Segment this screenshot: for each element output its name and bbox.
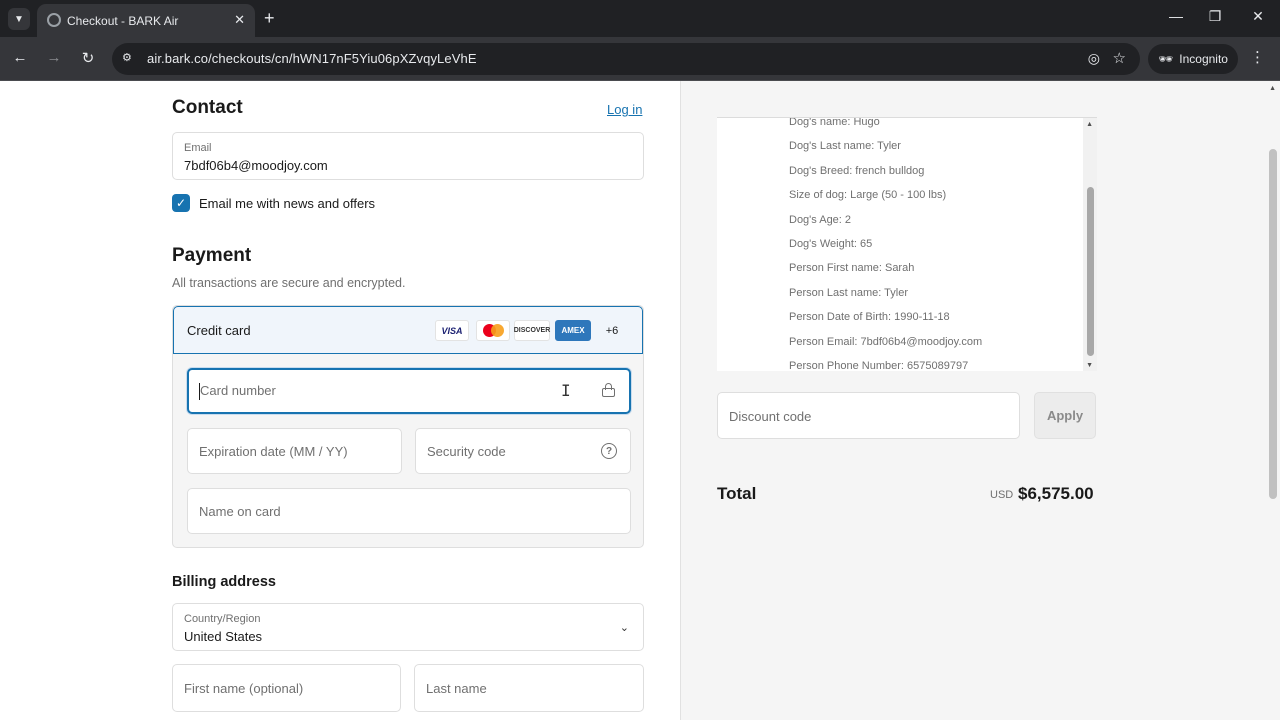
order-detail-item: Dog's name: Hugo [789, 117, 880, 128]
name-on-card-placeholder: Name on card [199, 504, 281, 519]
page-scroll-up-icon[interactable]: ▲ [1269, 85, 1276, 92]
browser-tab-bar: ▼ Checkout - BARK Air ✕ + — ❐ ✕ [0, 0, 1280, 37]
more-brands-badge: +6 [605, 324, 619, 337]
newsletter-checkbox[interactable]: ✓ [172, 194, 190, 212]
address-bar[interactable]: ⚙ air.bark.co/checkouts/cn/hWN17nF5Yiu06… [112, 43, 1140, 75]
checkout-page: Contact Log in Email 7bdf06b4@moodjoy.co… [0, 81, 1280, 720]
expiration-placeholder: Expiration date (MM / YY) [199, 444, 348, 459]
new-tab-plus-icon[interactable]: + [264, 7, 275, 29]
incognito-icon: 🕶 [1158, 52, 1174, 66]
apply-button[interactable]: Apply [1034, 392, 1096, 439]
expiration-date-input[interactable]: Expiration date (MM / YY) [187, 428, 402, 474]
discount-placeholder: Discount code [729, 409, 812, 424]
order-detail-item: Person First name: Sarah [789, 262, 915, 275]
security-code-input[interactable]: Security code ? [415, 428, 631, 474]
details-scrollbar[interactable]: ▲ ▼ [1083, 118, 1097, 371]
order-detail-item: Person Email: 7bdf06b4@moodjoy.com [789, 335, 983, 348]
chevron-down-icon: ⌄ [619, 622, 629, 634]
total-amount: $6,575.00 [1018, 484, 1094, 503]
more-vert-icon[interactable]: ⋮ [1250, 48, 1265, 66]
eye-off-icon[interactable]: ◎ [1088, 50, 1100, 67]
help-icon[interactable]: ? [601, 443, 617, 459]
reload-icon[interactable]: ↻ [78, 49, 98, 67]
discover-icon: DISCOVER [514, 320, 550, 341]
email-label: Email [184, 142, 212, 154]
order-detail-item: Size of dog: Large (50 - 100 lbs) [789, 189, 947, 202]
order-detail-item: Person Phone Number: 6575089797 [789, 359, 969, 371]
discount-code-input[interactable]: Discount code [717, 392, 1020, 439]
order-detail-item: Dog's Weight: 65 [789, 237, 873, 250]
order-detail-item: Dog's Breed: french bulldog [789, 164, 925, 177]
forward-icon[interactable]: → [44, 49, 64, 66]
favicon-icon [47, 13, 61, 27]
country-value: United States [184, 629, 263, 644]
close-window-icon[interactable]: ✕ [1248, 8, 1268, 25]
minimize-icon[interactable]: — [1166, 8, 1186, 24]
security-code-placeholder: Security code [427, 444, 506, 459]
back-icon[interactable]: ← [10, 49, 30, 66]
first-name-input[interactable]: First name (optional) [172, 664, 401, 712]
country-select[interactable]: Country/Region United States ⌄ [172, 603, 644, 651]
order-summary-column: Dog's name: Hugo Dog's Last name: Tyler Do… [680, 81, 1280, 720]
total-label: Total [717, 484, 757, 503]
scroll-down-icon[interactable]: ▼ [1086, 362, 1093, 369]
last-name-placeholder: Last name [426, 681, 487, 696]
checkout-form-column: Contact Log in Email 7bdf06b4@moodjoy.co… [0, 81, 680, 720]
country-label: Country/Region [184, 613, 261, 625]
order-detail-item: Person Date of Birth: 1990-11-18 [789, 311, 950, 324]
order-detail-item: Dog's Last name: Tyler [789, 140, 901, 153]
page-scrollbar[interactable]: ▲ [1266, 81, 1280, 720]
browser-toolbar: ← → ↻ ⚙ air.bark.co/checkouts/cn/hWN17nF… [0, 37, 1280, 81]
browser-tab[interactable]: Checkout - BARK Air ✕ [37, 4, 255, 37]
email-value: 7bdf06b4@moodjoy.com [184, 158, 328, 173]
name-on-card-input[interactable]: Name on card [187, 488, 631, 534]
mastercard-icon [476, 320, 510, 341]
payment-subtitle: All transactions are secure and encrypte… [172, 276, 406, 290]
last-name-input[interactable]: Last name [414, 664, 644, 712]
credit-card-option[interactable]: Credit card VISA DISCOVER AMEX +6 [173, 306, 643, 354]
order-details-scrollbox[interactable]: Dog's name: Hugo Dog's Last name: Tyler Do… [717, 117, 1097, 371]
details-scroll-thumb[interactable] [1087, 187, 1094, 356]
tab-list-icon[interactable]: ▼ [8, 8, 30, 30]
total-currency: USD [990, 489, 1014, 501]
credit-card-label: Credit card [187, 323, 251, 338]
lock-icon [602, 383, 615, 397]
card-number-placeholder: Card number [200, 383, 276, 398]
page-scroll-thumb[interactable] [1269, 149, 1277, 499]
tab-title: Checkout - BARK Air [67, 13, 179, 28]
card-number-input[interactable]: Card number I [187, 368, 631, 414]
scroll-up-icon[interactable]: ▲ [1086, 121, 1093, 128]
order-details-list: Dog's name: Hugo Dog's Last name: Tyler Do… [789, 117, 983, 371]
newsletter-label: Email me with news and offers [199, 196, 376, 211]
restore-icon[interactable]: ❐ [1205, 8, 1225, 25]
contact-title: Contact [172, 97, 243, 118]
first-name-placeholder: First name (optional) [184, 681, 304, 696]
email-field[interactable]: Email 7bdf06b4@moodjoy.com [172, 132, 644, 180]
star-icon[interactable]: ☆ [1113, 49, 1126, 67]
payment-title: Payment [172, 245, 252, 266]
incognito-badge[interactable]: 🕶 Incognito [1148, 44, 1238, 74]
credit-card-panel: Credit card VISA DISCOVER AMEX +6 Card n… [172, 305, 644, 548]
login-link[interactable]: Log in [607, 102, 642, 117]
amex-icon: AMEX [555, 320, 591, 341]
visa-icon: VISA [435, 320, 469, 341]
billing-address-title: Billing address [172, 574, 276, 590]
site-info-icon[interactable]: ⚙ [122, 51, 136, 65]
tab-close-icon[interactable]: ✕ [234, 12, 245, 28]
url-text[interactable]: air.bark.co/checkouts/cn/hWN17nF5Yiu06pX… [147, 51, 477, 66]
incognito-label: Incognito [1179, 52, 1228, 66]
order-detail-item: Person Last name: Tyler [789, 286, 909, 299]
order-detail-item: Dog's Age: 2 [789, 213, 852, 226]
mouse-cursor-icon: I [561, 381, 571, 400]
